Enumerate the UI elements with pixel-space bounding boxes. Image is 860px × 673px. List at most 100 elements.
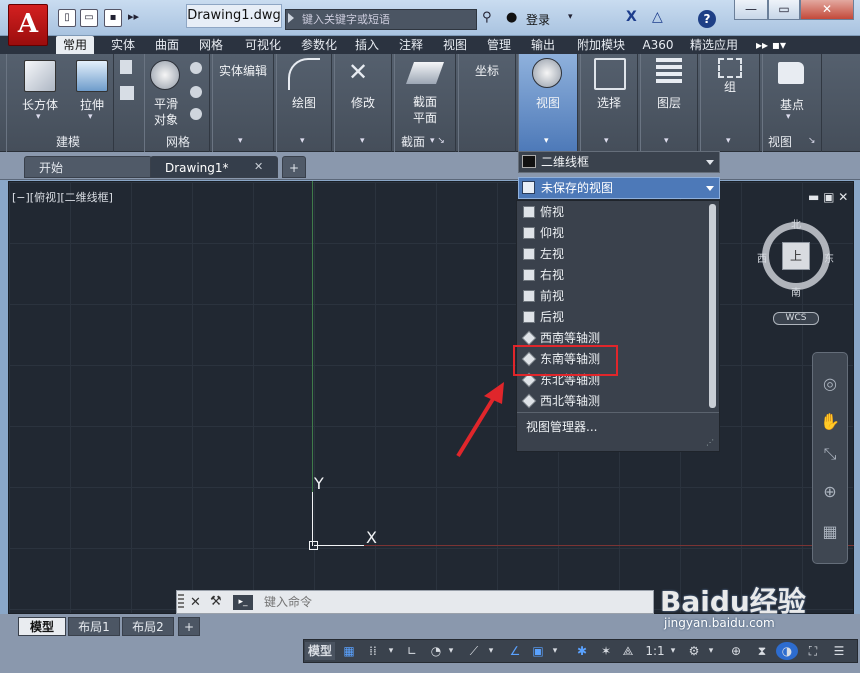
view-item-top[interactable]: 俯视 xyxy=(520,202,708,223)
viewport-window-controls[interactable]: ▬ ▣ ✕ xyxy=(808,190,848,204)
object-snap-dropdown-icon[interactable]: ▾ xyxy=(550,642,560,660)
box-dropdown-icon[interactable]: ▾ xyxy=(36,112,41,122)
view-item-front[interactable]: 前视 xyxy=(520,286,708,307)
view-panel-launcher-icon[interactable]: ↘ xyxy=(808,136,816,146)
new-tab-button[interactable]: + xyxy=(282,156,306,178)
tab-surface[interactable]: 曲面 xyxy=(148,36,186,54)
viewport-controls-label[interactable]: [−][俯视][二维线框] xyxy=(12,189,113,205)
command-close-icon[interactable]: ✕ xyxy=(190,595,201,610)
object-snap-tracking-icon[interactable]: ∠ xyxy=(504,642,526,660)
draw-dropdown-icon[interactable]: ▾ xyxy=(300,136,305,146)
isodraft-icon[interactable]: ⟋ xyxy=(464,642,484,660)
view-icon[interactable] xyxy=(532,58,562,88)
view-item-right[interactable]: 右视 xyxy=(520,265,708,286)
mesh-smooth-more-icon[interactable] xyxy=(190,62,202,74)
view-item-nw-iso[interactable]: 西北等轴测 xyxy=(520,391,708,412)
exchange-icon[interactable]: X xyxy=(626,9,637,25)
application-menu-button[interactable]: A xyxy=(8,4,48,46)
login-dropdown-icon[interactable]: ▾ xyxy=(568,12,573,22)
customization-icon[interactable]: ☰ xyxy=(828,642,850,660)
grid-icon[interactable]: ▦ xyxy=(338,642,360,660)
polysolid-icon[interactable] xyxy=(120,86,134,100)
modify-icon[interactable]: ✕ xyxy=(348,58,368,86)
open-file-icon[interactable]: ▭ xyxy=(80,9,98,27)
new-file-icon[interactable]: ▯ xyxy=(58,9,76,27)
section-plane-button[interactable]: 截面 平面 xyxy=(398,94,452,126)
selection-dropdown-icon[interactable]: ▾ xyxy=(604,136,609,146)
presspull-icon[interactable] xyxy=(120,60,132,74)
isolate-objects-icon[interactable]: ⊕ xyxy=(726,642,746,660)
scale-dropdown-icon[interactable]: ▾ xyxy=(668,642,678,660)
base-point-icon[interactable] xyxy=(778,62,804,84)
tab-parametric[interactable]: 参数化 xyxy=(294,36,344,54)
tab-visualize[interactable]: 可视化 xyxy=(238,36,288,54)
resize-grip-icon[interactable]: ⋰ xyxy=(706,438,714,447)
named-view-select[interactable]: 未保存的视图 xyxy=(518,177,720,199)
box-button[interactable]: 长方体 xyxy=(14,96,66,113)
snap-icon[interactable]: ⁞⁞ xyxy=(362,642,384,660)
auto-scale-icon[interactable]: ✶ xyxy=(596,642,616,660)
tab-output[interactable]: 输出 xyxy=(524,36,562,54)
panel-label-view[interactable]: 视图 xyxy=(762,134,798,150)
close-tab-icon[interactable]: ✕ xyxy=(254,160,263,173)
help-icon[interactable]: ? xyxy=(698,10,716,28)
tab-home[interactable]: 常用 xyxy=(56,36,94,54)
draw-button[interactable]: 绘图 xyxy=(278,94,330,111)
search-input[interactable]: 键入关键字或短语 xyxy=(285,9,477,30)
box-icon[interactable] xyxy=(24,60,56,92)
more-tools-icon[interactable]: ▸▸ xyxy=(128,10,139,23)
tab-start[interactable]: 开始 xyxy=(24,156,152,178)
solid-editing-dropdown-icon[interactable]: ▾ xyxy=(238,136,243,146)
viewcube-west-label[interactable]: 西 xyxy=(757,250,767,265)
search-expand-icon[interactable] xyxy=(288,13,294,23)
smooth-object-icon[interactable] xyxy=(150,60,180,90)
group-button[interactable]: 组 xyxy=(700,78,760,95)
wcs-menu[interactable]: WCS xyxy=(773,312,819,325)
annotation-scale-icon[interactable]: ⟁ xyxy=(618,642,638,660)
isodraft-dropdown-icon[interactable]: ▾ xyxy=(486,642,496,660)
view-item-left[interactable]: 左视 xyxy=(520,244,708,265)
mesh-smooth-less-icon[interactable] xyxy=(190,86,202,98)
zoom-icon[interactable]: ⤡ xyxy=(818,442,842,466)
base-button[interactable]: 基点 xyxy=(762,96,822,113)
group-icon[interactable] xyxy=(718,58,742,78)
visual-style-dropdown-icon[interactable] xyxy=(706,160,714,165)
close-button[interactable]: ✕ xyxy=(800,0,854,20)
panel-label-modeling[interactable]: 建模 xyxy=(28,134,108,150)
tab-featured-apps[interactable]: 精选应用 xyxy=(686,36,742,54)
modify-dropdown-icon[interactable]: ▾ xyxy=(360,136,365,146)
pan-icon[interactable]: ✋ xyxy=(818,410,842,434)
polar-dropdown-icon[interactable]: ▾ xyxy=(446,642,456,660)
view-button[interactable]: 视图 xyxy=(520,94,576,111)
scale-select[interactable]: 1:1 xyxy=(642,642,668,660)
extrude-button[interactable]: 拉伸 xyxy=(70,96,114,113)
showmotion-icon[interactable]: ▦ xyxy=(818,520,842,544)
view-item-bottom[interactable]: 仰视 xyxy=(520,223,708,244)
restore-button[interactable]: ▭ xyxy=(768,0,800,20)
view-manager-item[interactable]: 视图管理器... xyxy=(526,418,597,435)
hardware-acceleration-icon[interactable]: ⧗ xyxy=(752,642,772,660)
orbit-icon[interactable]: ⊕ xyxy=(818,480,842,504)
drawing-canvas[interactable] xyxy=(8,181,854,614)
viewcube-east-label[interactable]: 东 xyxy=(824,250,834,265)
isolate-icon[interactable]: ◑ xyxy=(776,642,798,660)
binoculars-icon[interactable]: ⚲ xyxy=(482,10,492,25)
selection-icon[interactable] xyxy=(594,58,626,90)
new-layout-button[interactable]: + xyxy=(178,617,200,636)
steering-wheel-icon[interactable]: ◎ xyxy=(818,372,842,396)
extrude-icon[interactable] xyxy=(76,60,108,92)
view-list-scrollbar[interactable] xyxy=(709,204,716,408)
workspace-gear-icon[interactable]: ⚙ xyxy=(684,642,704,660)
view-item-back[interactable]: 后视 xyxy=(520,307,708,328)
tab-layout2[interactable]: 布局2 xyxy=(122,617,174,636)
base-dropdown-icon[interactable]: ▾ xyxy=(786,112,791,122)
object-snap-icon[interactable]: ▣ xyxy=(528,642,548,660)
workspace-dropdown-icon[interactable]: ▾ xyxy=(706,642,716,660)
layers-icon[interactable] xyxy=(656,58,682,84)
layers-dropdown-icon[interactable]: ▾ xyxy=(664,136,669,146)
tab-a360[interactable]: A360 xyxy=(638,36,678,54)
modify-button[interactable]: 修改 xyxy=(336,94,390,111)
snap-dropdown-icon[interactable]: ▾ xyxy=(386,642,396,660)
tab-mesh[interactable]: 网格 xyxy=(192,36,230,54)
coordinates-label[interactable]: 坐标 xyxy=(458,62,516,79)
